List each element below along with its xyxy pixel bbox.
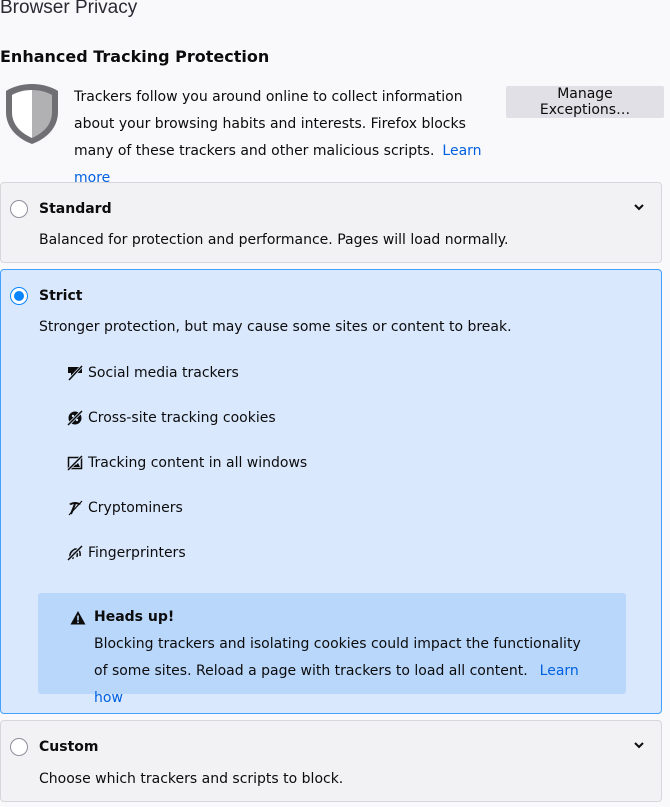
social-tracker-icon: [67, 365, 83, 381]
headsup-text: Blocking trackers and isolating cookies …: [94, 636, 581, 679]
headsup-body: Blocking trackers and isolating cookies …: [94, 631, 594, 712]
feature-label: Cross-site tracking cookies: [88, 410, 276, 426]
custom-description: Choose which trackers and scripts to blo…: [39, 771, 344, 787]
warning-icon: [70, 611, 86, 625]
standard-radio[interactable]: [10, 200, 28, 218]
shield-icon: [6, 84, 58, 144]
option-strict[interactable]: Strict Stronger protection, but may caus…: [0, 269, 662, 714]
feature-label: Tracking content in all windows: [88, 455, 308, 471]
headsup-notice: Heads up! Blocking trackers and isolatin…: [38, 593, 626, 706]
feature-tracking-content: Tracking content in all windows: [67, 453, 307, 473]
intro-description: Trackers follow you around online to col…: [74, 89, 466, 159]
strict-description: Stronger protection, but may cause some …: [39, 319, 512, 335]
manage-exceptions-button[interactable]: Manage Exceptions…: [506, 86, 664, 118]
feature-fingerprinters: Fingerprinters: [67, 543, 186, 563]
headsup-title: Heads up!: [94, 609, 175, 625]
custom-radio[interactable]: [10, 738, 28, 756]
page-title: Browser Privacy: [0, 0, 138, 18]
strict-radio[interactable]: [10, 287, 28, 305]
cryptominer-icon: [68, 500, 83, 516]
chevron-down-icon[interactable]: [633, 739, 645, 751]
feature-label: Social media trackers: [88, 365, 239, 381]
feature-label: Fingerprinters: [88, 545, 186, 561]
custom-label: Custom: [39, 739, 99, 755]
tracking-content-icon: [67, 455, 83, 471]
section-title: Enhanced Tracking Protection: [0, 47, 270, 66]
feature-cryptominers: Cryptominers: [67, 498, 183, 518]
option-custom[interactable]: Custom Choose which trackers and scripts…: [0, 720, 662, 802]
option-standard[interactable]: Standard Balanced for protection and per…: [0, 182, 662, 263]
feature-social-trackers: Social media trackers: [67, 363, 239, 383]
feature-cookies: Cross-site tracking cookies: [67, 408, 276, 428]
intro-text: Trackers follow you around online to col…: [74, 84, 504, 192]
chevron-down-icon[interactable]: [633, 201, 645, 213]
standard-label: Standard: [39, 201, 112, 217]
feature-label: Cryptominers: [88, 500, 183, 516]
fingerprinter-icon: [67, 545, 83, 561]
strict-label: Strict: [39, 288, 83, 304]
standard-description: Balanced for protection and performance.…: [39, 232, 509, 248]
cookie-icon: [67, 410, 83, 426]
